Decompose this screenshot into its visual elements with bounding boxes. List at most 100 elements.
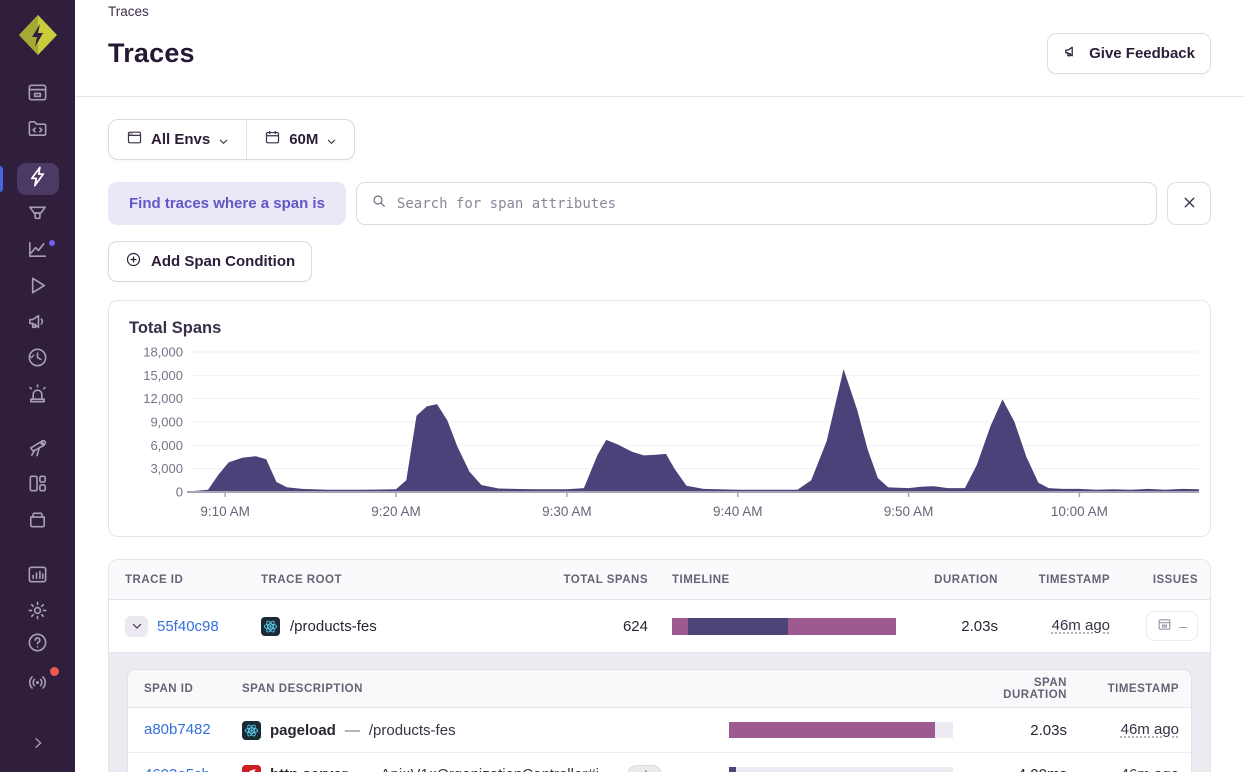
give-feedback-label: Give Feedback <box>1089 45 1195 62</box>
span-row: 4603e5cb http.server — Api::V1::Organiza… <box>128 752 1191 772</box>
sidebar-item-crons[interactable] <box>17 345 59 376</box>
trace-timeline-bar[interactable] <box>672 618 896 635</box>
give-feedback-button[interactable]: Give Feedback <box>1047 33 1211 74</box>
span-duration: 4.00ms <box>959 766 1079 772</box>
add-span-condition-button[interactable]: Add Span Condition <box>108 241 312 282</box>
col-timeline: TIMELINE <box>660 574 915 586</box>
sidebar <box>0 0 75 772</box>
time-range-selector[interactable]: 60M <box>246 120 354 159</box>
col-span-id: SPAN ID <box>128 683 230 695</box>
inbox-icon <box>26 81 49 109</box>
span-timestamp[interactable]: 46m ago <box>1121 766 1179 772</box>
span-duration-bar <box>729 722 953 738</box>
sidebar-item-alerts[interactable] <box>17 381 59 412</box>
sidebar-item-performance[interactable] <box>17 237 59 268</box>
new-feature-badge <box>47 238 57 248</box>
time-range-value: 60M <box>289 131 318 148</box>
chevron-down-icon <box>326 134 337 145</box>
app-root: Traces Traces Give Feedback All Envs <box>0 0 1244 772</box>
trace-issues-button[interactable]: – <box>1146 611 1198 641</box>
sidebar-item-feedback[interactable] <box>17 309 59 340</box>
sidebar-item-replays[interactable] <box>17 273 59 304</box>
span-id-link[interactable]: a80b7482 <box>144 721 211 738</box>
play-icon <box>26 274 49 302</box>
environment-value: All Envs <box>151 131 210 148</box>
plus-circle-icon <box>125 251 142 272</box>
broadcast-icon <box>26 671 49 699</box>
bar-chart-icon <box>26 563 49 591</box>
sidebar-item-settings[interactable] <box>17 597 59 628</box>
separator: — <box>345 722 360 739</box>
breadcrumb[interactable]: Traces <box>108 4 1211 19</box>
clock-history-icon <box>26 346 49 374</box>
sidebar-item-help[interactable] <box>17 628 59 662</box>
trace-id-link[interactable]: 55f40c98 <box>157 618 219 635</box>
chevron-right-icon <box>30 735 46 756</box>
chart-line-icon <box>26 238 49 266</box>
gear-icon <box>26 599 49 627</box>
traces-table-header: TRACE ID TRACE ROOT TOTAL SPANS TIMELINE… <box>109 560 1210 600</box>
sidebar-item-issues[interactable] <box>17 80 59 111</box>
sidebar-item-dashboards[interactable] <box>17 471 59 502</box>
svg-text:9:40 AM: 9:40 AM <box>713 504 763 519</box>
svg-text:15,000: 15,000 <box>143 368 183 383</box>
help-icon <box>26 631 49 659</box>
sidebar-item-traces[interactable] <box>17 163 59 195</box>
close-icon <box>1181 194 1198 214</box>
search-icon <box>371 193 387 214</box>
clear-search-button[interactable] <box>1167 182 1211 225</box>
sentry-logo[interactable] <box>15 12 61 58</box>
sidebar-collapse-button[interactable] <box>17 728 59 762</box>
issues-count: – <box>1179 618 1187 634</box>
col-span-duration: SPAN DURATION <box>959 677 1079 701</box>
span-search-input[interactable] <box>397 196 1142 212</box>
collapse-trace-button[interactable] <box>125 616 148 637</box>
calendar-icon <box>264 129 281 150</box>
span-op: pageload <box>270 722 336 739</box>
ruby-platform-icon <box>242 765 261 772</box>
environment-selector[interactable]: All Envs <box>109 120 246 159</box>
svg-text:6,000: 6,000 <box>150 438 183 453</box>
spans-table: SPAN ID SPAN DESCRIPTION SPAN DURATION T… <box>127 669 1192 772</box>
window-icon <box>126 129 143 150</box>
col-trace-id: TRACE ID <box>109 574 249 586</box>
alert-badge <box>48 665 61 678</box>
col-span-timestamp: TIMESTAMP <box>1079 683 1191 695</box>
inbox-icon <box>1157 617 1172 635</box>
total-spans-chart[interactable]: 03,0006,0009,00012,00015,00018,0009:10 A… <box>127 338 1205 526</box>
total-spans-value: 624 <box>545 618 660 635</box>
span-description: Api::V1::OrganizationController#i… <box>381 766 614 772</box>
telescope-icon <box>26 436 49 464</box>
sidebar-item-whats-new[interactable] <box>17 668 59 702</box>
svg-text:3,000: 3,000 <box>150 461 183 476</box>
span-description: /products-fes <box>369 722 456 739</box>
span-id-link[interactable]: 4603e5cb <box>144 766 210 772</box>
traces-table: TRACE ID TRACE ROOT TOTAL SPANS TIMELINE… <box>108 559 1211 772</box>
span-search-box[interactable] <box>356 182 1157 225</box>
sidebar-item-projects[interactable] <box>17 116 59 147</box>
lightning-icon <box>26 165 49 193</box>
react-platform-icon <box>261 617 280 636</box>
span-timestamp[interactable]: 46m ago <box>1121 721 1179 738</box>
span-status-badge: ok <box>627 765 662 772</box>
react-platform-icon <box>242 721 261 740</box>
sidebar-item-stats[interactable] <box>17 561 59 592</box>
trace-timestamp[interactable]: 46m ago <box>1052 617 1110 634</box>
sidebar-item-discover[interactable] <box>17 435 59 466</box>
trace-spans-section: SPAN ID SPAN DESCRIPTION SPAN DURATION T… <box>109 652 1210 772</box>
svg-text:12,000: 12,000 <box>143 391 183 406</box>
megaphone-icon <box>26 310 49 338</box>
layout-icon <box>26 472 49 500</box>
sidebar-item-insights[interactable] <box>17 201 59 232</box>
funnel-icon <box>26 202 49 230</box>
megaphone-icon <box>1063 43 1080 64</box>
page-header: Traces Traces Give Feedback <box>75 0 1244 96</box>
sidebar-item-releases[interactable] <box>17 507 59 538</box>
col-timestamp: TIMESTAMP <box>1010 574 1122 586</box>
spans-table-header: SPAN ID SPAN DESCRIPTION SPAN DURATION T… <box>128 670 1191 708</box>
query-builder-label: Find traces where a span is <box>108 182 346 225</box>
trace-root-name: /products-fes <box>290 618 377 635</box>
total-spans-panel: Total Spans 03,0006,0009,00012,00015,000… <box>108 300 1211 537</box>
col-issues: ISSUES <box>1122 574 1210 586</box>
separator: — <box>357 766 372 772</box>
